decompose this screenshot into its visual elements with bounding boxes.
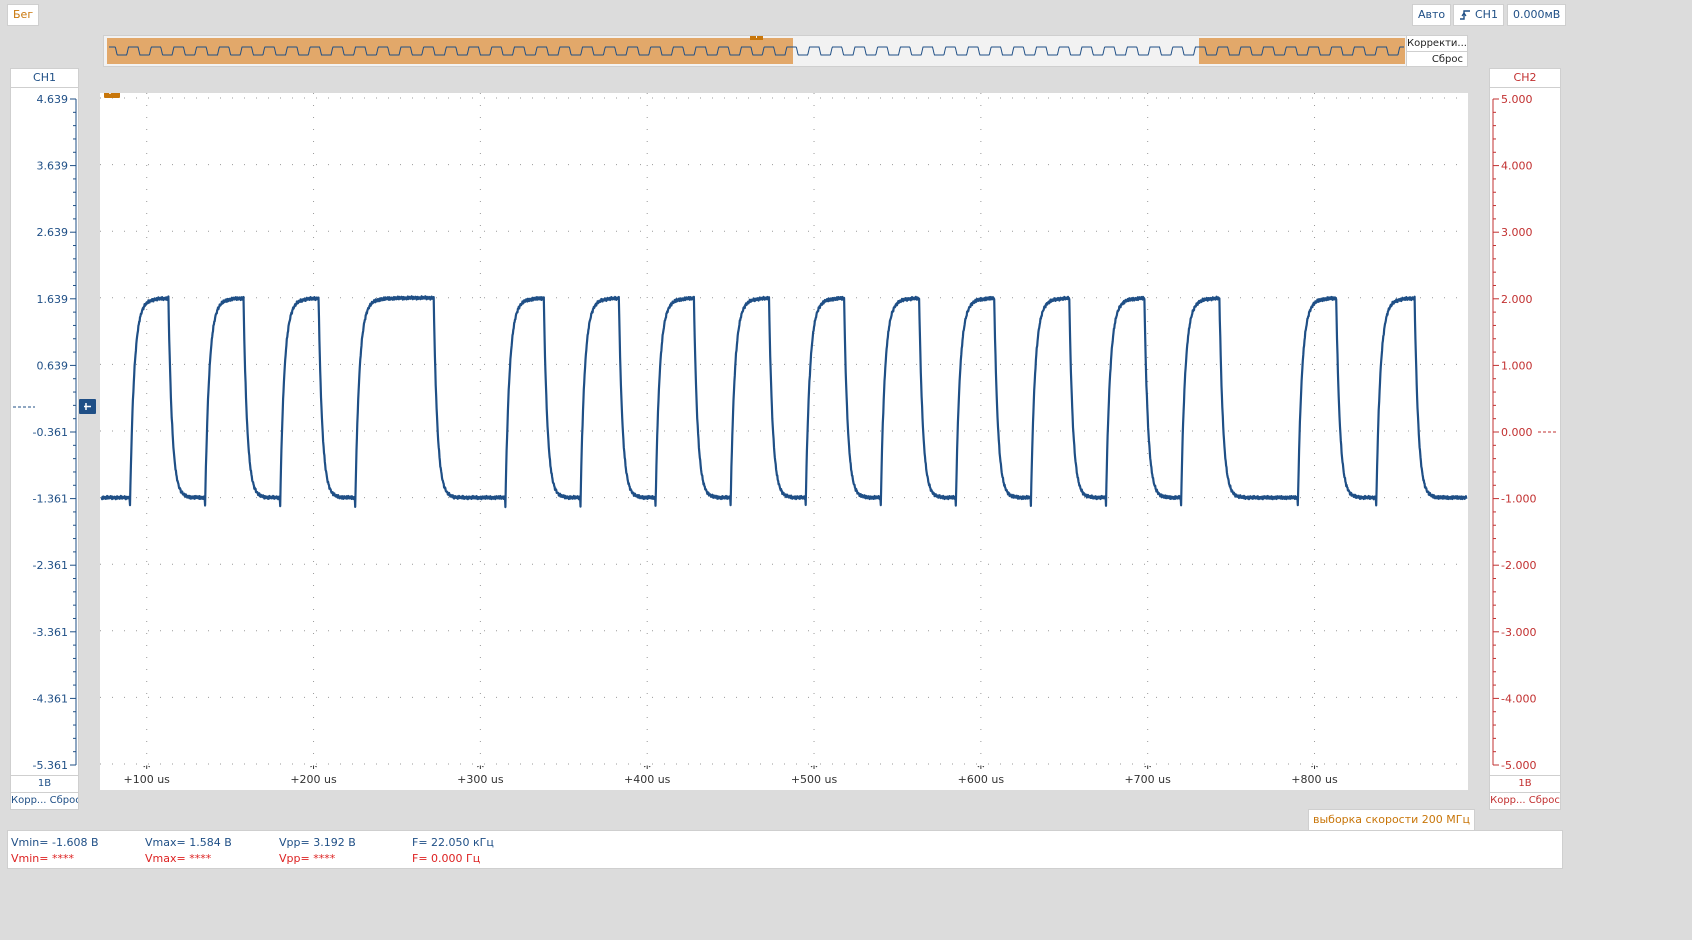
axis-tick-label: 0.000 (1501, 426, 1533, 439)
time-axis: +100 us +200 us +300 us +400 us +500 us +600 … (100, 766, 1468, 790)
ch1-frequency: F= 22.050 кГц (412, 836, 494, 849)
axis-tick-label: 1.000 (1501, 359, 1533, 372)
ch1-waveform (100, 295, 1468, 509)
time-axis-ticks: +100 us +200 us +300 us +400 us +500 us +600 … (124, 766, 1338, 786)
ch1-title[interactable]: CH1 (11, 69, 78, 88)
axis-tick-label: -3.361 (33, 626, 68, 639)
time-tick-label: +300 us (457, 773, 504, 786)
axis-tick-label: -5.361 (33, 759, 68, 772)
axis-tick-label: 3.000 (1501, 226, 1533, 239)
ch1-axis-panel: CH1 4.639 3.639 2.639 1.639 0.639 -0.361 -1.36… (10, 68, 79, 810)
ch2-volts-div[interactable]: 1В (1490, 775, 1560, 792)
axis-tick-label: -1.000 (1501, 493, 1536, 506)
ch2-controls: Корр... Сброс (1490, 792, 1560, 809)
run-status-button[interactable]: Бег (7, 4, 40, 26)
time-tick-label: +800 us (1291, 773, 1338, 786)
time-tick-label: +700 us (1124, 773, 1171, 786)
overview-window-left (107, 38, 793, 64)
axis-tick-label: -2.000 (1501, 559, 1536, 572)
axis-tick-label: 5.000 (1501, 93, 1533, 106)
ch2-axis: 5.000 4.000 3.000 2.000 1.000 0.000 -1.000 -2.0… (1492, 93, 1558, 772)
ch2-reset-button[interactable]: Сброс (1529, 795, 1560, 806)
ch1-axis: 4.639 3.639 2.639 1.639 0.639 -0.361 -1.361 -2.… (13, 93, 77, 772)
overview-controls: Корректи... Сброс (1406, 35, 1468, 67)
time-tick-label: +200 us (290, 773, 337, 786)
ch1-reset-button[interactable]: Сброс (50, 795, 78, 806)
ch1-auto-button[interactable]: Корр... (11, 795, 46, 806)
rising-edge-icon (1460, 10, 1470, 20)
waveform-overview[interactable]: T (103, 35, 1408, 67)
axis-tick-label: -1.361 (33, 493, 68, 506)
axis-tick-label: 4.000 (1501, 160, 1533, 173)
axis-tick-label: -2.361 (33, 559, 68, 572)
trigger-mode-button[interactable]: Авто (1412, 4, 1452, 26)
axis-tick-label: -0.361 (33, 426, 68, 439)
ch1-vpp: Vpp= 3.192 В (279, 836, 356, 849)
measurements-panel: Vmin= -1.608 В Vmax= 1.584 В Vpp= 3.192 … (7, 830, 1563, 869)
ch2-auto-button[interactable]: Корр... (1490, 795, 1525, 806)
plot-grid (100, 93, 1468, 766)
waveform-plot (100, 93, 1468, 766)
trigger-level-button[interactable]: 0.000мВ (1507, 4, 1567, 26)
ch1-vmin: Vmin= -1.608 В (11, 836, 99, 849)
ch2-vmax: Vmax= **** (145, 852, 212, 865)
axis-tick-label: 4.639 (37, 93, 69, 106)
ch1-controls: Корр... Сброс (11, 792, 78, 809)
time-tick-label: +100 us (124, 773, 171, 786)
trigger-source-label: CH1 (1475, 8, 1498, 21)
oscilloscope-display[interactable] (100, 93, 1468, 766)
axis-tick-label: 2.639 (37, 226, 69, 239)
time-tick-label: +600 us (958, 773, 1005, 786)
ch1-vmax: Vmax= 1.584 В (145, 836, 232, 849)
overview-reset-button[interactable]: Сброс (1407, 51, 1467, 67)
ch2-vmin: Vmin= **** (11, 852, 74, 865)
ch2-title[interactable]: CH2 (1490, 69, 1560, 88)
axis-tick-label: 2.000 (1501, 293, 1533, 306)
ch2-frequency: F= 0.000 Гц (412, 852, 481, 865)
ch2-vpp: Vpp= **** (279, 852, 336, 865)
trigger-marker-label: T (753, 36, 760, 41)
time-tick-label: +400 us (624, 773, 671, 786)
ch1-offset-marker[interactable] (79, 399, 97, 415)
axis-tick-label: 1.639 (37, 293, 69, 306)
axis-tick-label: 3.639 (37, 160, 69, 173)
axis-tick-label: 0.639 (37, 359, 69, 372)
sample-rate-label: выборка скорости 200 МГц (1308, 809, 1475, 831)
trigger-source-button[interactable]: CH1 (1453, 4, 1504, 26)
axis-tick-label: -4.361 (33, 692, 68, 705)
time-tick-label: +500 us (791, 773, 838, 786)
ch2-axis-panel: CH2 5.000 4.000 3.000 2.000 1.000 0.000 -1.000… (1489, 68, 1561, 810)
axis-tick-label: -3.000 (1501, 626, 1536, 639)
ch1-volts-div[interactable]: 1В (11, 775, 78, 792)
overview-window-right (1199, 38, 1405, 64)
overview-waveform: T (107, 36, 1405, 64)
axis-tick-label: -4.000 (1501, 692, 1536, 705)
trigger-level-marker[interactable] (104, 93, 120, 98)
overview-correct-button[interactable]: Корректи... (1407, 36, 1467, 51)
axis-tick-label: -5.000 (1501, 759, 1536, 772)
